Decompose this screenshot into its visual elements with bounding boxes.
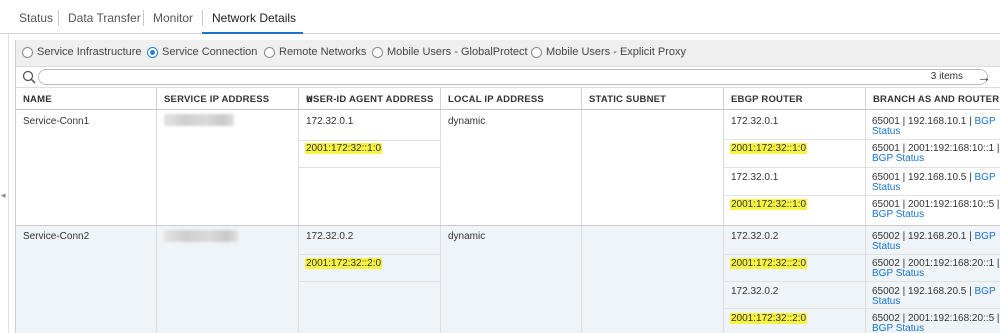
bgp-status-link[interactable]: BGP Status [872, 153, 924, 164]
radio-indicator [531, 46, 542, 58]
radio-label: Mobile Users - GlobalProtect [387, 46, 528, 58]
bgp-status-link[interactable]: BGP [975, 116, 996, 127]
table-row[interactable]: Service-Conn2 dynamic 172.32.0.2 2001:17… [16, 226, 1000, 333]
userid-agent-ipv6: 2001:172:32::1:0 [305, 143, 383, 154]
column-header-static-subnet[interactable]: STATIC SUBNET [582, 88, 724, 110]
tab-separator [58, 10, 59, 26]
tab-monitor[interactable]: Monitor [153, 11, 193, 25]
radio-indicator [22, 46, 33, 58]
radio-service-infrastructure[interactable]: Service Infrastructure [22, 46, 142, 58]
table-row[interactable]: Service-Conn1 dynamic 172.32.0.1 2001:17… [16, 110, 1000, 225]
radio-remote-networks[interactable]: Remote Networks [264, 46, 366, 58]
search-bar: 3 items → [16, 66, 1000, 88]
userid-agent-ipv4: 172.32.0.1 [306, 116, 354, 127]
active-tab-indicator [202, 32, 303, 34]
radio-label: Mobile Users - Explicit Proxy [546, 46, 686, 58]
radio-label: Service Infrastructure [37, 46, 142, 58]
radio-indicator [147, 46, 158, 58]
bgp-status-link[interactable]: Status [872, 182, 900, 193]
ebgp-router: 172.32.0.1 [731, 116, 779, 127]
ebgp-router: 2001:172:32::2:0 [730, 258, 808, 269]
userid-agent-ipv6: 2001:172:32::2:0 [305, 258, 383, 269]
top-tab-bar: Status Data Transfer Monitor Network Det… [0, 0, 1000, 34]
column-header-userid-agent[interactable]: USER-ID AGENT ADDRESS ∧ [299, 88, 441, 110]
redacted-service-ip [164, 114, 234, 126]
column-header-branch-as[interactable]: BRANCH AS AND ROUTER [866, 88, 1000, 110]
row-name[interactable]: Service-Conn1 [23, 116, 89, 127]
row-name[interactable]: Service-Conn2 [23, 231, 89, 242]
tab-status[interactable]: Status [19, 11, 53, 25]
ebgp-router: 172.32.0.2 [731, 231, 779, 242]
bgp-status-link[interactable]: Status [872, 241, 900, 252]
redacted-service-ip [164, 230, 238, 242]
search-icon [22, 70, 36, 84]
bgp-status-link[interactable]: BGP [975, 172, 996, 183]
radio-label: Remote Networks [279, 46, 367, 58]
sort-ascending-icon[interactable]: ∧ [306, 94, 313, 105]
tab-separator [143, 10, 144, 26]
tab-network-details[interactable]: Network Details [212, 11, 296, 25]
radio-indicator [264, 46, 275, 58]
bgp-status-link[interactable]: BGP Status [872, 209, 924, 220]
tab-data-transfer[interactable]: Data Transfer [68, 11, 141, 25]
local-ip: dynamic [448, 116, 486, 127]
column-header-service-ip[interactable]: SERVICE IP ADDRESS [157, 88, 299, 110]
column-header-name[interactable]: NAME [16, 88, 157, 110]
radio-service-connection[interactable]: Service Connection [147, 46, 257, 58]
bgp-status-link[interactable]: BGP [975, 231, 996, 242]
ebgp-router: 2001:172:32::1:0 [730, 199, 808, 210]
column-header-local-ip[interactable]: LOCAL IP ADDRESS [441, 88, 582, 110]
radio-mobile-users-explicit-proxy[interactable]: Mobile Users - Explicit Proxy [531, 46, 686, 58]
radio-label: Service Connection [162, 46, 258, 58]
tab-separator [202, 10, 203, 26]
apply-filter-arrow-icon[interactable]: → [977, 69, 991, 85]
radio-indicator [372, 46, 383, 58]
side-panel-gutter: ◂ [0, 34, 9, 333]
bgp-status-link[interactable]: BGP Status [872, 323, 924, 333]
bgp-status-link[interactable]: BGP [975, 286, 996, 297]
bgp-status-link[interactable]: BGP Status [872, 268, 924, 279]
bgp-status-link[interactable]: Status [872, 126, 900, 137]
column-header-ebgp-router[interactable]: EBGP ROUTER [724, 88, 866, 110]
ebgp-router: 172.32.0.1 [731, 172, 779, 183]
ebgp-router: 172.32.0.2 [731, 286, 779, 297]
view-selector: Service Infrastructure Service Connectio… [16, 40, 1000, 66]
service-connections-table: NAME SERVICE IP ADDRESS USER-ID AGENT AD… [16, 88, 1000, 333]
ebgp-router: 2001:172:32::1:0 [730, 143, 808, 154]
userid-agent-ipv4: 172.32.0.2 [306, 231, 354, 242]
radio-mobile-users-globalprotect[interactable]: Mobile Users - GlobalProtect [372, 46, 528, 58]
local-ip: dynamic [448, 231, 486, 242]
bgp-status-link[interactable]: Status [872, 296, 900, 307]
items-count: 3 items [930, 71, 963, 82]
search-input[interactable] [38, 69, 988, 85]
ebgp-router: 2001:172:32::2:0 [730, 313, 808, 324]
network-details-panel: Service Infrastructure Service Connectio… [15, 40, 1000, 333]
collapse-left-icon[interactable]: ◂ [1, 190, 6, 201]
